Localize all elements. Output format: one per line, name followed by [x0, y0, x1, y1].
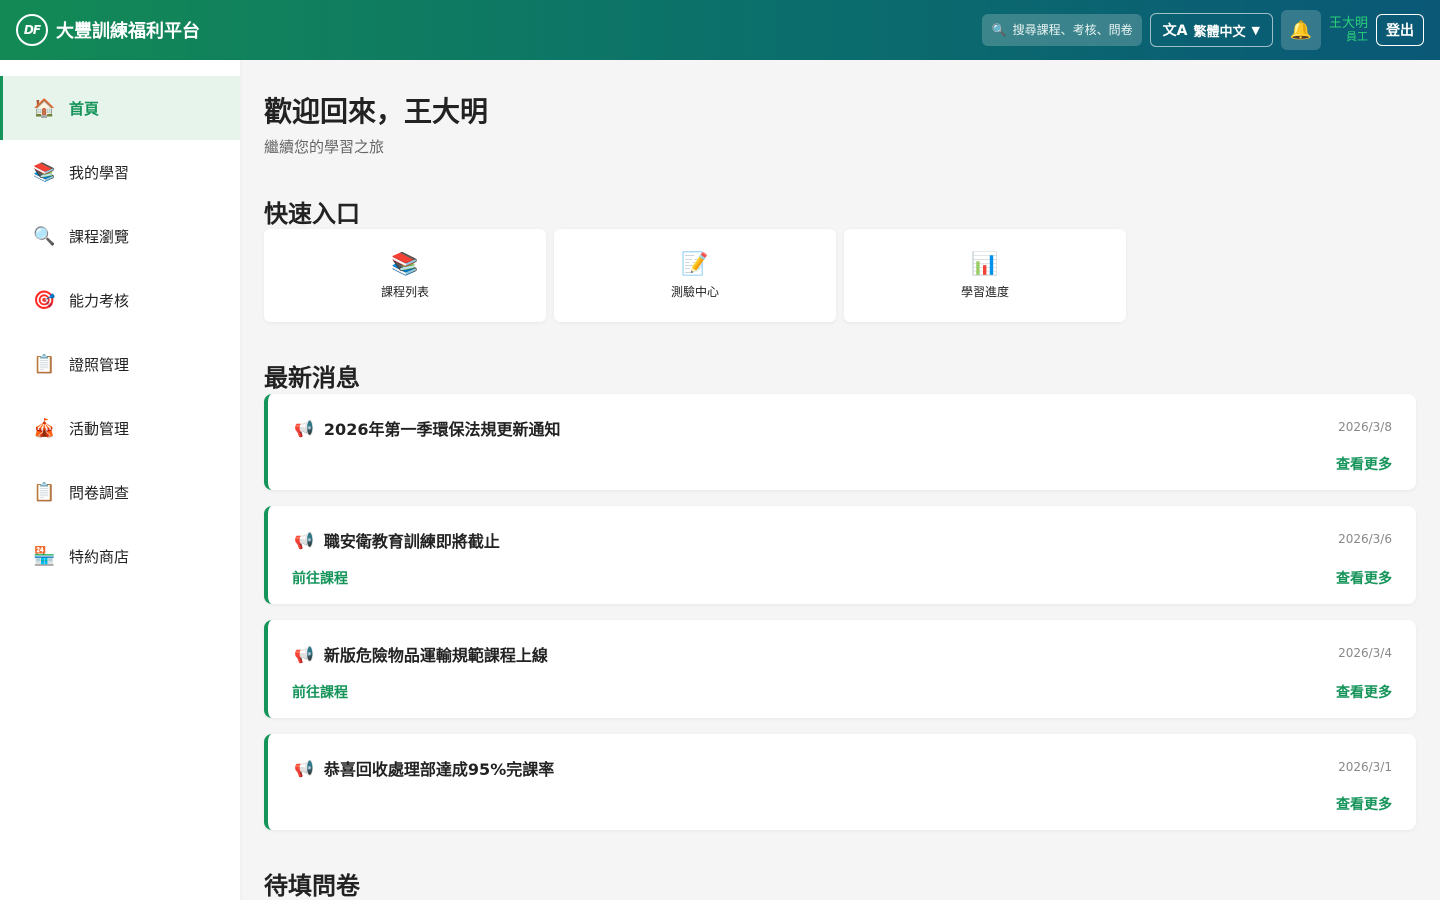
quick-access-card[interactable]: 📝 測驗中心 [554, 229, 836, 322]
tent-icon: 🎪 [33, 417, 56, 439]
sidebar-item-1[interactable]: 📚 我的學習 [0, 140, 240, 204]
news-card[interactable]: 📢 新版危險物品運輸規範課程上線 2026/3/4 查看更多 前往課程 [264, 620, 1416, 718]
news-title: 最新消息 [264, 364, 360, 392]
books-icon: 📚 [391, 251, 419, 277]
sidebar: 🏠 首頁 📚 我的學習 🔍 課程瀏覽 🎯 能力考核 📋 證照管理 🎪 活動管理 📋 問卷調查 🏪 特約商店 [0, 60, 240, 900]
search-icon: 🔍 [991, 23, 1007, 37]
sidebar-item-label: 課程瀏覽 [69, 227, 130, 246]
goto-course-link[interactable]: 前往課程 [292, 568, 348, 588]
translate-icon: 文A [1162, 23, 1188, 39]
view-more-link[interactable]: 查看更多 [1336, 682, 1392, 702]
news-headline[interactable]: 📢 職安衛教育訓練即將截止 [294, 528, 500, 552]
search-input[interactable] [1012, 23, 1133, 37]
sidebar-item-label: 我的學習 [69, 163, 130, 182]
brand-logo[interactable]: DF [16, 14, 48, 46]
news-headline[interactable]: 📢 2026年第一季環保法規更新通知 [294, 416, 560, 440]
goto-course-link[interactable]: 前往課程 [292, 682, 348, 702]
quick-access-title: 快速入口 [264, 200, 360, 228]
page-subtitle: 繼續您的學習之旅 [264, 138, 385, 156]
sidebar-item-3[interactable]: 🎯 能力考核 [0, 268, 240, 332]
quick-access-label: 課程列表 [380, 284, 429, 299]
brand-name: 大豐訓練福利平台 [56, 21, 200, 42]
sidebar-item-2[interactable]: 🔍 課程瀏覽 [0, 204, 240, 268]
quick-access-label: 測驗中心 [670, 284, 719, 299]
megaphone-icon: 📢 [294, 418, 314, 438]
news-title-text: 職安衛教育訓練即將截止 [323, 532, 500, 551]
header-actions: 🔍 文A 繁體中文 ▼ 🔔 王大明 員工 登出 [981, 10, 1424, 50]
books-icon: 📚 [33, 161, 56, 183]
sidebar-item-label: 首頁 [69, 99, 100, 118]
news-title-text: 2026年第一季環保法規更新通知 [323, 420, 561, 439]
quick-access-card[interactable]: 📚 課程列表 [264, 229, 546, 322]
sidebar-item-7[interactable]: 🏪 特約商店 [0, 524, 240, 588]
logout-button[interactable]: 登出 [1376, 14, 1424, 46]
news-date: 2026/3/8 [1338, 420, 1392, 434]
sidebar-item-label: 證照管理 [69, 355, 130, 374]
home-icon: 🏠 [33, 97, 56, 119]
sidebar-item-4[interactable]: 📋 證照管理 [0, 332, 240, 396]
news-title-text: 恭喜回收處理部達成95%完課率 [323, 760, 555, 779]
sidebar-item-label: 特約商店 [69, 547, 130, 566]
quick-access-label: 學習進度 [960, 284, 1009, 299]
bar-chart-icon: 📊 [971, 251, 999, 277]
news-date: 2026/3/4 [1338, 646, 1392, 660]
main-content: 歡迎回來，王大明 繼續您的學習之旅 快速入口 📚 課程列表 📝 測驗中心 📊 學習進度 最… [240, 60, 1440, 900]
news-title-text: 新版危險物品運輸規範課程上線 [323, 646, 548, 665]
search-box[interactable]: 🔍 [981, 14, 1142, 46]
survey-title: 待填問卷 [264, 872, 360, 900]
news-headline[interactable]: 📢 恭喜回收處理部達成95%完課率 [294, 756, 554, 780]
top-header: DF 大豐訓練福利平台 🔍 文A 繁體中文 ▼ 🔔 王大明 員工 登出 [0, 0, 1440, 60]
news-card[interactable]: 📢 2026年第一季環保法規更新通知 2026/3/8 查看更多 [264, 394, 1416, 490]
sidebar-item-label: 問卷調查 [69, 483, 130, 502]
view-more-link[interactable]: 查看更多 [1336, 454, 1392, 474]
quick-access-card[interactable]: 📊 學習進度 [844, 229, 1126, 322]
megaphone-icon: 📢 [294, 530, 314, 550]
user-name: 王大明 [1328, 15, 1368, 31]
store-icon: 🏪 [33, 545, 56, 567]
news-headline[interactable]: 📢 新版危險物品運輸規範課程上線 [294, 642, 548, 666]
view-more-link[interactable]: 查看更多 [1336, 794, 1392, 814]
user-role: 員工 [1346, 30, 1368, 44]
sidebar-item-0[interactable]: 🏠 首頁 [0, 76, 240, 140]
language-label: 繁體中文 [1193, 24, 1246, 40]
sidebar-item-label: 能力考核 [69, 291, 130, 310]
sidebar-item-label: 活動管理 [69, 419, 130, 438]
news-date: 2026/3/6 [1338, 532, 1392, 546]
clipboard-icon: 📋 [33, 353, 56, 375]
sidebar-item-5[interactable]: 🎪 活動管理 [0, 396, 240, 460]
target-icon: 🎯 [33, 289, 56, 311]
megaphone-icon: 📢 [294, 644, 314, 664]
caret-down-icon: ▼ [1251, 23, 1260, 37]
megaphone-icon: 📢 [294, 758, 314, 778]
news-date: 2026/3/1 [1338, 760, 1392, 774]
memo-icon: 📝 [681, 251, 709, 277]
view-more-link[interactable]: 查看更多 [1336, 568, 1392, 588]
user-info[interactable]: 王大明 員工 [1328, 15, 1368, 44]
search-icon: 🔍 [33, 225, 56, 247]
bell-icon[interactable]: 🔔 [1280, 10, 1321, 50]
news-card[interactable]: 📢 職安衛教育訓練即將截止 2026/3/6 查看更多 前往課程 [264, 506, 1416, 604]
sidebar-item-6[interactable]: 📋 問卷調查 [0, 460, 240, 524]
page-title: 歡迎回來，王大明 [264, 95, 489, 128]
quick-access-list: 📚 課程列表 📝 測驗中心 📊 學習進度 [264, 229, 1126, 322]
news-card[interactable]: 📢 恭喜回收處理部達成95%完課率 2026/3/1 查看更多 [264, 734, 1416, 830]
language-selector[interactable]: 文A 繁體中文 ▼ [1149, 13, 1273, 47]
clipboard-icon: 📋 [33, 481, 56, 503]
